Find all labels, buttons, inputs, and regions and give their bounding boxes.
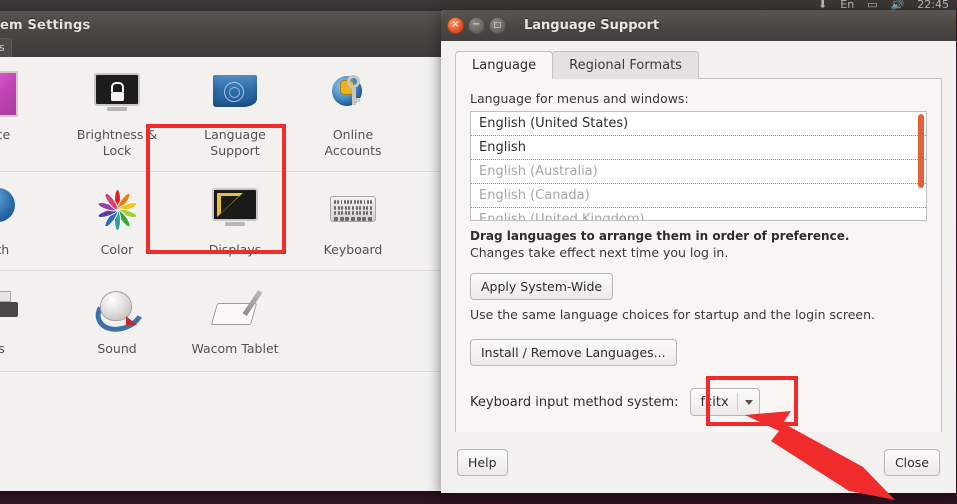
list-item[interactable]: English (United States) [471,112,926,136]
minimize-icon[interactable]: − [468,17,485,34]
list-item[interactable]: English (Canada) [471,184,926,208]
settings-item-brightness-lock[interactable]: Brightness & Lock [58,71,176,159]
settings-item-displays[interactable]: Displays [176,186,294,258]
apply-hint: Use the same language choices for startu… [470,307,875,322]
install-remove-languages-button[interactable]: Install / Remove Languages... [470,339,677,366]
drag-hint: Drag languages to arrange them in order … [470,229,850,243]
list-scrollbar[interactable] [918,114,924,188]
chevron-down-icon [744,399,753,405]
system-settings-window: em Settings gs nce [0,11,448,491]
settings-item-bluetooth[interactable]: oth [0,186,58,258]
keyboard-layout-indicator[interactable]: En [840,0,854,10]
tab-panel-language: Language for menus and windows: English … [455,78,942,457]
appearance-icon [0,71,23,119]
settings-item-printers[interactable]: rs [0,285,58,357]
language-list-label: Language for menus and windows: [470,91,689,106]
settings-item-wacom-tablet[interactable]: Wacom Tablet [176,285,294,357]
dialog-title: Language Support [524,18,660,33]
input-method-combobox[interactable]: fcitx [689,388,760,416]
tab-bar: Language Regional Formats [455,51,942,79]
input-method-label: Keyboard input method system: [470,394,679,410]
printers-icon [0,285,23,333]
settings-item-label: oth [0,242,10,257]
settings-row: nce Bri [0,57,448,159]
settings-item-label: Sound [97,341,137,356]
close-button[interactable]: Close [883,449,940,476]
settings-item-label: Color [100,242,134,257]
effect-hint: Changes take effect next time you log in… [470,245,729,260]
online-accounts-icon [329,71,377,119]
settings-row: rs Sound [0,271,448,357]
input-method-value: fcitx [700,394,729,410]
clock[interactable]: 22:45 [917,0,949,10]
maximize-icon[interactable]: □ [489,17,506,34]
list-item[interactable]: English [471,136,926,160]
settings-item-label: rs [0,341,5,356]
input-method-row: Keyboard input method system: fcitx [470,376,927,426]
keyboard-icon [329,186,377,234]
settings-item-label: nce [0,127,11,142]
settings-item-color[interactable]: Color [58,186,176,258]
install-row: Install / Remove Languages... [470,339,927,366]
settings-item-label: Displays [208,242,262,257]
screen-root: ⬇ En ▭ 🔊 22:45 em Settings gs nce [0,0,957,504]
system-settings-title: em Settings [0,18,91,33]
software-updates-icon[interactable]: ⬇ [818,0,827,10]
settings-item-label: Online Accounts [324,127,382,158]
list-item[interactable]: English (Australia) [471,160,926,184]
dialog-titlebar: × − □ Language Support [441,10,956,41]
tab-regional-formats[interactable]: Regional Formats [552,51,699,79]
color-icon [93,186,141,234]
system-settings-body: nce Bri [0,57,448,491]
settings-item-keyboard[interactable]: Keyboard [294,186,412,258]
language-list[interactable]: English (United States) English English … [470,111,927,221]
apply-system-wide-button[interactable]: Apply System-Wide [470,273,614,300]
bluetooth-icon [0,186,23,234]
list-item[interactable]: English (United Kingdom) [471,208,926,220]
volume-icon[interactable]: 🔊 [891,0,905,10]
row-separator [0,371,440,372]
language-support-dialog: × − □ Language Support Language Regional… [441,10,956,493]
tab-language[interactable]: Language [455,51,554,79]
settings-item-label: Brightness & Lock [76,127,158,158]
displays-icon [211,186,259,234]
settings-item-label: Keyboard [323,242,383,257]
wacom-tablet-icon [210,285,263,333]
settings-item-label: Wacom Tablet [191,341,279,356]
system-settings-titlebar: em Settings gs [0,11,448,58]
brightness-lock-icon [93,71,141,119]
settings-item-label: Language Support [204,127,266,158]
battery-icon[interactable]: ▭ [867,0,877,10]
dialog-body: Language Regional Formats Language for m… [441,41,956,493]
settings-item-online-accounts[interactable]: Online Accounts [294,71,412,159]
dialog-footer: Help Close [441,432,956,493]
language-support-icon [211,71,259,119]
settings-row: oth Color Displays [0,172,448,258]
apply-row: Apply System-Wide [470,273,927,300]
combobox-separator [736,393,738,411]
all-settings-button[interactable]: gs [0,38,12,58]
settings-item-sound[interactable]: Sound [58,285,176,357]
help-button[interactable]: Help [457,449,508,476]
settings-item-appearance[interactable]: nce [0,71,58,143]
close-icon[interactable]: × [447,17,464,34]
settings-item-language-support[interactable]: Language Support [176,71,294,159]
sound-icon [90,285,150,339]
